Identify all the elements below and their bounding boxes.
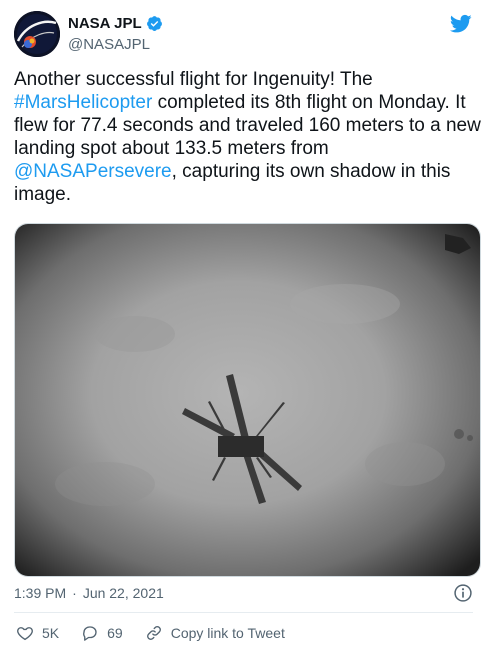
tweet-text: Another successful flight for Ingenuity!… xyxy=(14,68,484,206)
reply-bubble-icon xyxy=(83,626,97,641)
name-row: NASA JPL xyxy=(68,15,163,32)
display-name[interactable]: NASA JPL xyxy=(68,15,142,32)
copy-link-label: Copy link to Tweet xyxy=(170,625,285,641)
twitter-bird-icon[interactable] xyxy=(450,14,472,34)
like-button[interactable]: 5K xyxy=(16,624,59,642)
heart-icon xyxy=(17,627,33,641)
mention-link[interactable]: @NASAPersevere xyxy=(14,161,172,182)
copy-link-button[interactable]: Copy link to Tweet xyxy=(145,624,285,642)
tweet-card: NASA JPL @NASAJPL Another successful fli… xyxy=(0,0,487,650)
account-handle[interactable]: @NASAJPL xyxy=(68,36,150,53)
meta-separator: · xyxy=(72,585,77,601)
tweet-date: Jun 22, 2021 xyxy=(82,585,164,601)
link-icon xyxy=(146,626,161,640)
tweet-text-intro: Another successful flight for Ingenuity!… xyxy=(14,69,373,90)
like-count: 5K xyxy=(42,625,60,641)
avatar[interactable] xyxy=(14,11,60,57)
tweet-image[interactable] xyxy=(14,223,481,577)
verified-badge-icon xyxy=(146,16,162,31)
reply-count: 69 xyxy=(107,625,123,641)
nasa-jpl-logo-icon xyxy=(14,11,60,57)
action-bar: 5K 69 Copy link to Tweet xyxy=(16,624,285,642)
hashtag-link[interactable]: #MarsHelicopter xyxy=(14,92,152,113)
divider xyxy=(14,612,473,613)
tweet-timestamp[interactable]: 1:39 PM · Jun 22, 2021 xyxy=(14,585,164,601)
tweet-time: 1:39 PM xyxy=(14,585,67,601)
reply-button[interactable]: 69 xyxy=(81,624,123,642)
info-icon[interactable] xyxy=(453,583,473,603)
helicopter-shadow-photo xyxy=(15,224,480,576)
